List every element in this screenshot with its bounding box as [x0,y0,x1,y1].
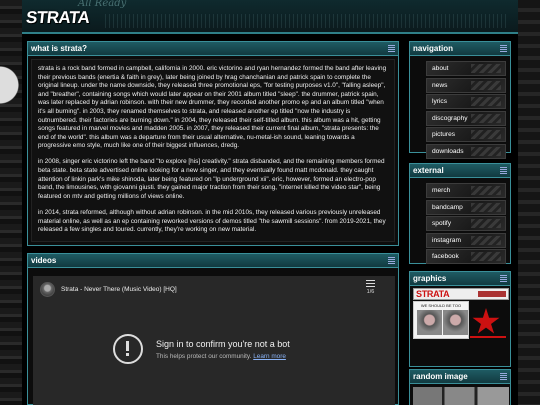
random-image-panel: random image [409,369,511,405]
playlist-indicator[interactable]: 1/6 [366,280,375,295]
about-panel-title: what is strata? [28,42,398,56]
about-title-text: what is strata? [31,44,88,53]
signin-subtext: This helps protect our community. Learn … [156,353,290,360]
signin-text: Sign in to confirm you're not a bot This… [156,339,290,360]
signin-notice: Sign in to confirm you're not a bot This… [113,334,290,364]
learn-more-link[interactable]: Learn more [253,353,286,360]
right-side-art [518,0,540,405]
band-photo-stamp[interactable]: WE SHOULD BE TOO [413,301,469,339]
scroll-lines-icon [500,275,507,282]
alert-icon [113,334,143,364]
strata-banner-graphic[interactable]: STRATA [413,288,509,300]
nav-item-about[interactable]: about [426,61,506,76]
site-header: All Ready STRATA [22,0,518,34]
scroll-lines-icon [500,167,507,174]
videos-title-text: videos [31,256,57,265]
random-image[interactable] [413,387,509,405]
nav-item-lyrics[interactable]: lyrics [426,94,506,109]
external-item-spotify[interactable]: spotify [426,216,506,231]
navigation-list: about news lyrics discography pictures d… [426,61,506,160]
graphics-panel: graphics STRATA WE SHOULD BE TOO [409,271,511,367]
random-image-title-text: random image [413,372,468,381]
external-panel-title: external [410,164,510,178]
about-paragraph: in 2008, singer eric victorino left the … [38,158,385,200]
about-paragraph: in 2014, strata reformed, although witho… [38,208,386,234]
left-side-art [0,0,22,405]
banner-side-art [478,291,506,297]
video-top-bar: Strata - Never There (Music Video) [HQ] … [33,276,395,302]
random-image-panel-title: random image [410,370,510,384]
navigation-title-text: navigation [413,44,454,53]
playlist-count: 1/6 [366,289,375,295]
external-item-merch[interactable]: merch [426,183,506,198]
star-graphic[interactable] [472,308,500,334]
nav-item-discography[interactable]: discography [426,110,506,126]
about-panel: what is strata? strata is a rock band fo… [27,41,399,246]
nav-item-downloads[interactable]: downloads [426,143,506,159]
navigation-panel-title: navigation [410,42,510,56]
site-logo[interactable]: STRATA [25,8,90,28]
star-underline [470,336,506,338]
about-paragraph: strata is a rock band formed in campbell… [38,65,387,150]
graphics-panel-title: graphics [410,272,510,286]
videos-panel-title: videos [28,254,398,268]
scroll-lines-icon [388,257,395,264]
external-item-facebook[interactable]: facebook [426,249,506,264]
signin-subtext-label: This helps protect our community. [156,352,252,360]
channel-avatar[interactable] [40,281,55,297]
external-item-bandcamp[interactable]: bandcamp [426,199,506,215]
external-list: merch bandcamp spotify instagram faceboo… [426,183,506,266]
scroll-lines-icon [500,373,507,380]
graphics-title-text: graphics [413,274,447,283]
band-photo [443,310,468,335]
external-title-text: external [413,166,444,175]
banner-text: STRATA [416,289,450,299]
external-panel: external merch bandcamp spotify instagra… [409,163,511,264]
playlist-icon [366,280,375,287]
navigation-panel: navigation about news lyrics discography… [409,41,511,159]
signin-heading: Sign in to confirm you're not a bot [156,338,290,349]
youtube-embed[interactable]: Strata - Never There (Music Video) [HQ] … [33,276,395,405]
stamp-caption: WE SHOULD BE TOO [420,303,462,308]
external-item-instagram[interactable]: instagram [426,232,506,248]
header-decoration [102,14,508,28]
nav-item-pictures[interactable]: pictures [426,127,506,142]
scroll-lines-icon [500,45,507,52]
scroll-lines-icon [388,45,395,52]
videos-panel: videos Strata - Never There (Music Video… [27,253,399,405]
nav-item-news[interactable]: news [426,77,506,93]
about-body[interactable]: strata is a rock band formed in campbell… [31,59,395,242]
video-title[interactable]: Strata - Never There (Music Video) [HQ] [61,286,177,293]
band-photo [417,310,442,335]
